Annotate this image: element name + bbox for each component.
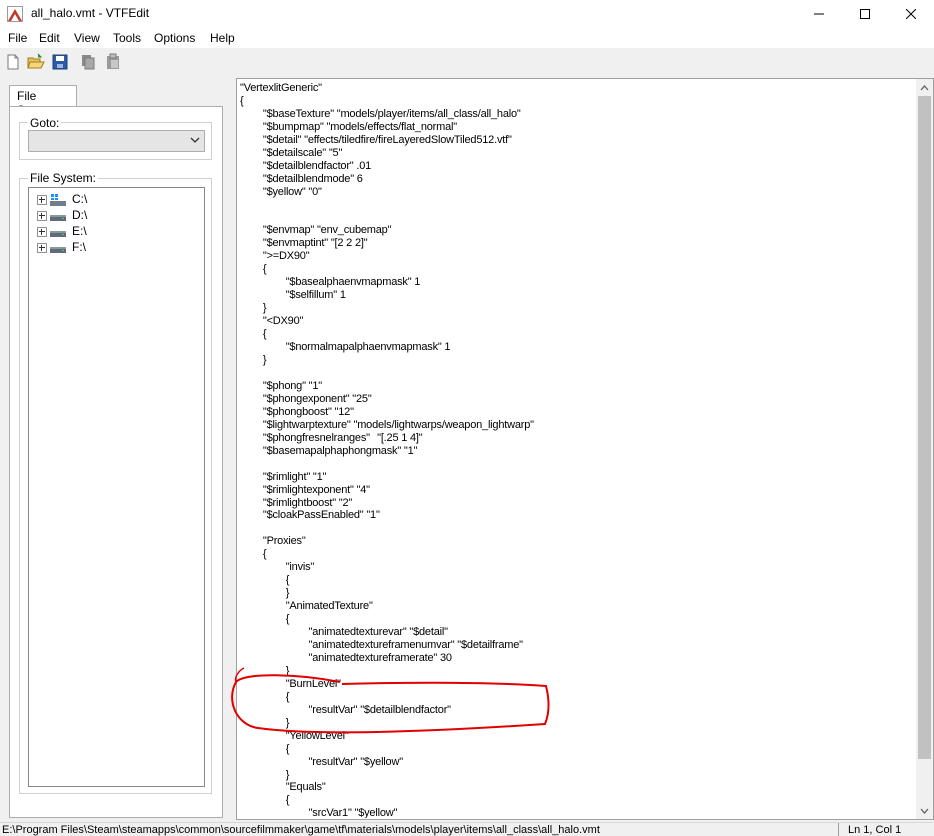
status-bar: E:\Program Files\Steam\steamapps\common\… (0, 822, 934, 836)
status-file-path: E:\Program Files\Steam\steamapps\common\… (2, 824, 600, 836)
tree-item-label: C:\ (72, 192, 88, 206)
tree-item-label: D:\ (72, 208, 88, 222)
expand-icon[interactable] (37, 227, 47, 237)
menu-edit[interactable]: Edit (39, 31, 60, 45)
vtfedit-app-icon (7, 6, 23, 22)
scroll-down-button[interactable] (916, 802, 933, 819)
paste-icon[interactable] (104, 53, 122, 71)
expand-icon[interactable] (37, 195, 47, 205)
toolbar (0, 50, 934, 74)
menu-tools[interactable]: Tools (113, 31, 141, 45)
scrollbar-thumb[interactable] (918, 96, 931, 759)
tree-item-label: F:\ (72, 240, 86, 254)
save-icon[interactable] (51, 53, 69, 71)
goto-label: Goto: (28, 116, 62, 130)
window-title: all_halo.vmt - VTFEdit (31, 6, 150, 20)
file-system-tree[interactable]: C:\ D:\ E:\ F:\ (28, 187, 205, 787)
vertical-scrollbar[interactable] (916, 79, 933, 819)
menu-view[interactable]: View (74, 31, 100, 45)
hard-drive-icon (50, 247, 66, 253)
tab-file-system[interactable]: File System (9, 85, 77, 117)
menu-file[interactable]: File (8, 31, 27, 45)
title-bar: all_halo.vmt - VTFEdit (0, 0, 934, 28)
maximize-icon (860, 9, 870, 19)
status-cursor-position: Ln 1, Col 1 (848, 824, 902, 836)
maximize-button[interactable] (842, 0, 888, 28)
close-button[interactable] (888, 0, 934, 28)
chevron-down-icon (190, 137, 200, 143)
expand-icon[interactable] (37, 211, 47, 221)
file-system-label: File System: (28, 171, 99, 185)
menu-bar: File Edit View Tools Options Help (0, 28, 934, 48)
new-file-icon[interactable] (4, 53, 22, 71)
status-separator (838, 823, 839, 836)
editor-content[interactable]: "VertexlitGeneric" { "$baseTexture" "mod… (240, 82, 916, 818)
minimize-icon (814, 13, 824, 15)
menu-options[interactable]: Options (154, 31, 195, 45)
chevron-down-icon (920, 808, 929, 814)
close-icon (906, 9, 916, 19)
hard-drive-icon (50, 231, 66, 237)
menu-help[interactable]: Help (210, 31, 235, 45)
tree-item-label: E:\ (72, 224, 87, 238)
goto-combobox[interactable] (28, 130, 205, 152)
expand-icon[interactable] (37, 243, 47, 253)
minimize-button[interactable] (796, 0, 842, 28)
copy-icon[interactable] (79, 53, 97, 71)
scroll-up-button[interactable] (916, 79, 933, 96)
open-folder-icon[interactable] (27, 53, 45, 71)
chevron-up-icon (920, 84, 929, 90)
hard-drive-icon (50, 215, 66, 221)
windows-drive-icon (50, 194, 66, 206)
vmt-text-editor[interactable]: "VertexlitGeneric" { "$baseTexture" "mod… (236, 78, 934, 820)
